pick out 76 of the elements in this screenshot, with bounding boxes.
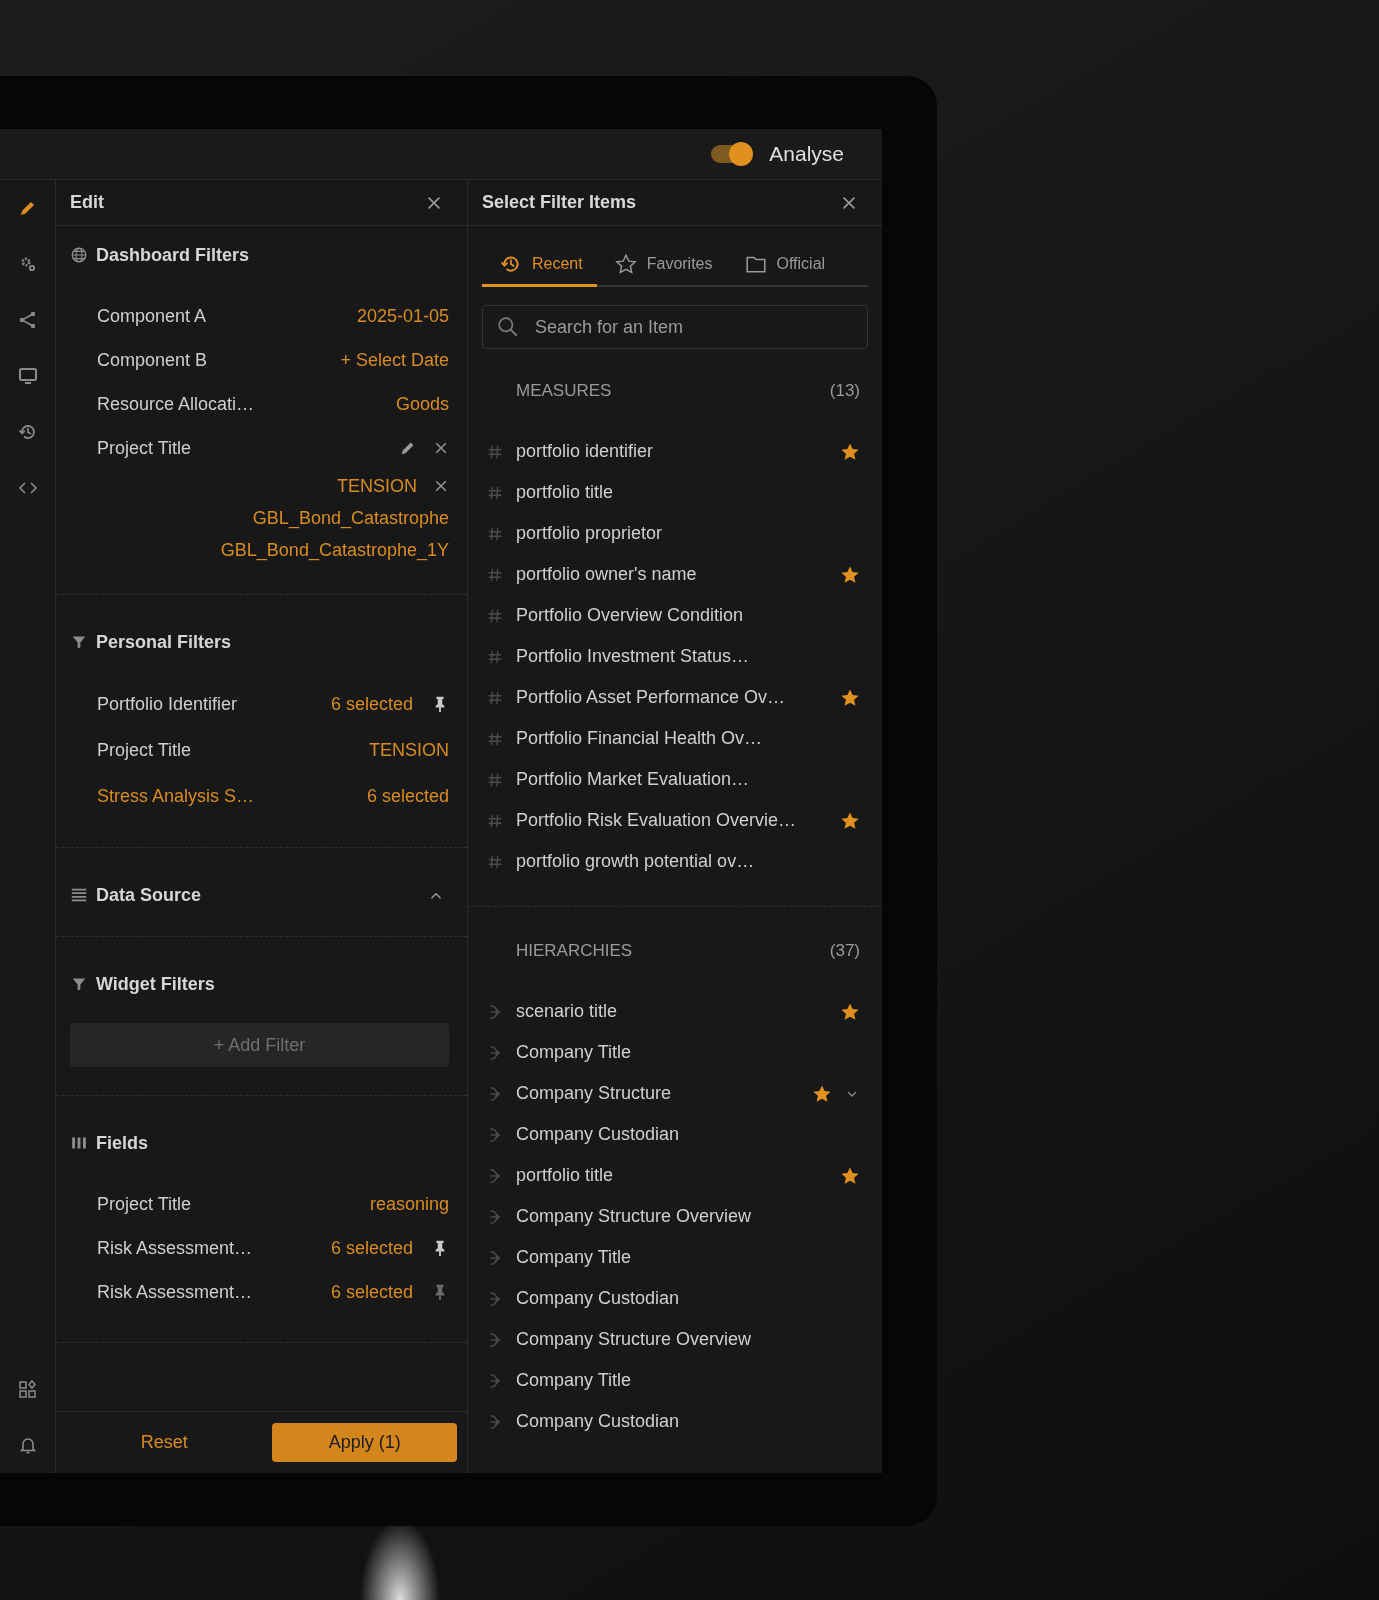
toggle-switch[interactable] bbox=[711, 145, 752, 163]
section-title: Dashboard Filters bbox=[96, 243, 250, 267]
list-item[interactable]: Company Title bbox=[516, 1244, 860, 1271]
history-icon bbox=[500, 253, 522, 275]
remove-icon[interactable] bbox=[433, 478, 449, 494]
list-item[interactable]: Company Structure Overview bbox=[516, 1326, 860, 1353]
list-item[interactable]: Company Title bbox=[516, 1367, 860, 1394]
list-item[interactable]: portfolio proprietor bbox=[516, 520, 860, 547]
group-title: HIERARCHIES bbox=[516, 940, 633, 963]
filter-label: Risk Assessment… bbox=[97, 1236, 253, 1260]
list-item[interactable]: Company Structure Overview bbox=[516, 1203, 860, 1230]
panel-title: Select Filter Items bbox=[482, 191, 637, 214]
list-item[interactable]: Portfolio Risk Evaluation Overvie… bbox=[516, 807, 828, 834]
filter-label: Portfolio Identifier bbox=[97, 692, 238, 716]
list-item[interactable]: Portfolio Investment Status… bbox=[516, 643, 860, 670]
tab[interactable]: Recent bbox=[482, 244, 597, 287]
search-field[interactable]: Search for an Item bbox=[533, 306, 853, 348]
list-item[interactable]: Company Custodian bbox=[516, 1285, 860, 1312]
filter-value[interactable]: 6 selected bbox=[366, 782, 449, 810]
share-icon[interactable] bbox=[17, 310, 38, 330]
group-title: MEASURES bbox=[516, 380, 612, 403]
list-item[interactable]: portfolio identifier bbox=[516, 438, 828, 465]
list-item[interactable]: Portfolio Market Evaluation… bbox=[516, 766, 860, 793]
filter-label: Risk Assessment… bbox=[97, 1280, 253, 1304]
filter-value[interactable]: 6 selected bbox=[330, 1278, 413, 1306]
panel-title: Edit bbox=[70, 191, 104, 214]
list-item[interactable]: Company Structure bbox=[516, 1080, 800, 1107]
tab[interactable]: Official bbox=[726, 244, 840, 287]
list-item[interactable]: Company Title bbox=[516, 1039, 860, 1066]
filter-label: Project Title bbox=[97, 738, 192, 762]
section-title: Widget Filters bbox=[96, 972, 215, 996]
reset-button[interactable]: Reset bbox=[70, 1428, 259, 1457]
list-icon bbox=[70, 886, 88, 904]
group-count: (37) bbox=[829, 940, 860, 963]
group-count: (13) bbox=[829, 380, 860, 403]
globe-icon bbox=[70, 246, 88, 264]
search-box[interactable]: Search for an Item bbox=[482, 305, 868, 349]
filter-value[interactable]: 6 selected bbox=[330, 690, 413, 718]
list-item[interactable]: portfolio title bbox=[516, 479, 860, 506]
list-item[interactable]: portfolio growth potential ov… bbox=[516, 848, 860, 875]
remove-icon[interactable] bbox=[433, 440, 449, 456]
filter-value: TENSION bbox=[337, 474, 417, 498]
filter-value[interactable]: + Select Date bbox=[340, 346, 449, 374]
filter-value: GBL_Bond_Catastrophe_1Y bbox=[220, 538, 449, 563]
filter-value[interactable]: TENSION bbox=[369, 736, 449, 764]
toggle-label: Analyse bbox=[769, 141, 844, 168]
section-title: Data Source bbox=[96, 883, 202, 907]
list-item[interactable]: Portfolio Financial Health Ov… bbox=[516, 725, 860, 752]
filter-value[interactable]: Goods bbox=[395, 390, 449, 418]
filter-value[interactable]: 6 selected bbox=[330, 1234, 413, 1262]
search-icon bbox=[497, 316, 519, 338]
filter-label: Resource Allocati… bbox=[97, 392, 255, 416]
list-item[interactable]: portfolio title bbox=[516, 1162, 828, 1189]
list-item[interactable]: Company Custodian bbox=[516, 1121, 860, 1148]
history-icon[interactable] bbox=[17, 422, 38, 442]
list-item[interactable]: Company Custodian bbox=[516, 1408, 860, 1435]
notification-icon[interactable] bbox=[17, 1435, 38, 1455]
monitor-icon[interactable] bbox=[17, 366, 38, 386]
apply-button[interactable]: Apply (1) bbox=[272, 1423, 457, 1462]
section-title: Fields bbox=[96, 1131, 148, 1155]
filter-label: Project Title bbox=[97, 437, 192, 460]
list-item[interactable]: scenario title bbox=[516, 998, 828, 1025]
star-icon bbox=[614, 253, 637, 275]
filter-label: Project Title bbox=[97, 1192, 192, 1216]
widgets-icon[interactable] bbox=[17, 1379, 38, 1399]
filter-value: GBL_Bond_Catastrophe bbox=[252, 506, 449, 531]
filter-value[interactable]: 2025-01-05 bbox=[356, 302, 449, 330]
filter-label: Stress Analysis S… bbox=[97, 784, 255, 808]
tab[interactable]: Favorites bbox=[596, 244, 727, 287]
section-title: Personal Filters bbox=[96, 630, 232, 654]
filter-label: Component A bbox=[97, 304, 207, 328]
list-item[interactable]: Portfolio Asset Performance Ov… bbox=[516, 684, 828, 711]
filter-label: Component B bbox=[97, 348, 208, 372]
list-item[interactable]: Portfolio Overview Condition bbox=[516, 602, 860, 629]
filter-value[interactable]: reasoning bbox=[369, 1190, 449, 1218]
list-item[interactable]: portfolio owner's name bbox=[516, 561, 828, 588]
